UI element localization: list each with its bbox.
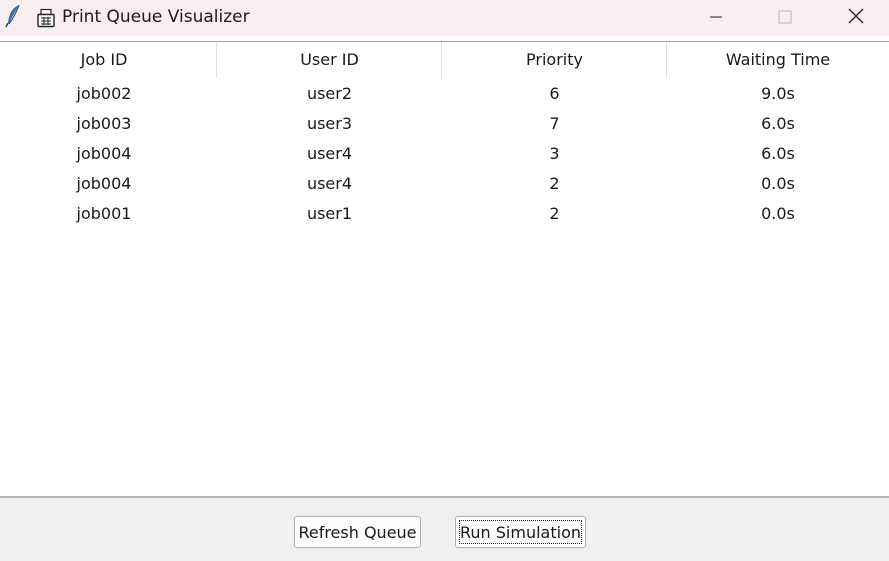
priority-cell: 2 <box>549 174 560 193</box>
maximize-button[interactable] <box>762 0 808 36</box>
user-id-cell: user2 <box>306 84 353 103</box>
user-id-cell: user4 <box>306 144 353 163</box>
window-title: Print Queue Visualizer <box>62 7 250 27</box>
priority-cell: 7 <box>549 114 560 133</box>
button-bar: Refresh Queue Run Simulation <box>0 498 889 561</box>
job-id-cell: job003 <box>76 114 132 133</box>
minimize-button[interactable] <box>693 0 739 36</box>
printer-icon <box>36 8 56 28</box>
column-header-priority[interactable]: Priority <box>442 42 667 78</box>
table-row[interactable]: job002 user2 6 9.0s <box>0 79 889 109</box>
priority-cell: 3 <box>549 144 560 163</box>
waiting-time-cell: 6.0s <box>761 144 795 163</box>
table-row[interactable]: job004 user4 3 6.0s <box>0 139 889 169</box>
user-id-cell: user4 <box>306 174 353 193</box>
minimize-icon <box>709 9 723 28</box>
job-id-cell: job002 <box>76 84 132 103</box>
run-simulation-label: Run Simulation <box>460 522 581 542</box>
column-header-job-id[interactable]: Job ID <box>0 42 208 78</box>
feather-icon[interactable] <box>4 4 24 28</box>
priority-cell: 6 <box>549 84 560 103</box>
waiting-time-cell: 0.0s <box>761 204 795 223</box>
queue-table: job002 user2 6 9.0s job003 user3 7 6.0s … <box>0 79 889 495</box>
app-window: Print Queue Visualizer Job ID User ID Pr… <box>0 0 889 561</box>
user-id-cell: user3 <box>306 114 353 133</box>
close-icon <box>848 8 864 28</box>
run-simulation-button[interactable]: Run Simulation <box>455 516 586 548</box>
table-header: Job ID User ID Priority Waiting Time <box>0 42 889 78</box>
waiting-time-cell: 9.0s <box>761 84 795 103</box>
column-header-user-id[interactable]: User ID <box>217 42 442 78</box>
table-row[interactable]: job003 user3 7 6.0s <box>0 109 889 139</box>
user-id-cell: user1 <box>306 204 353 223</box>
job-id-cell: job001 <box>76 204 132 223</box>
job-id-cell: job004 <box>76 174 132 193</box>
refresh-queue-label: Refresh Queue <box>298 522 417 542</box>
waiting-time-cell: 0.0s <box>761 174 795 193</box>
table-row[interactable]: job004 user4 2 0.0s <box>0 169 889 199</box>
close-button[interactable] <box>833 0 879 36</box>
title-bar: Print Queue Visualizer <box>0 0 889 36</box>
refresh-queue-button[interactable]: Refresh Queue <box>294 516 421 548</box>
priority-cell: 2 <box>549 204 560 223</box>
column-header-waiting-time[interactable]: Waiting Time <box>667 42 889 78</box>
waiting-time-cell: 6.0s <box>761 114 795 133</box>
table-row[interactable]: job001 user1 2 0.0s <box>0 199 889 229</box>
maximize-icon <box>778 9 792 28</box>
job-id-cell: job004 <box>76 144 132 163</box>
